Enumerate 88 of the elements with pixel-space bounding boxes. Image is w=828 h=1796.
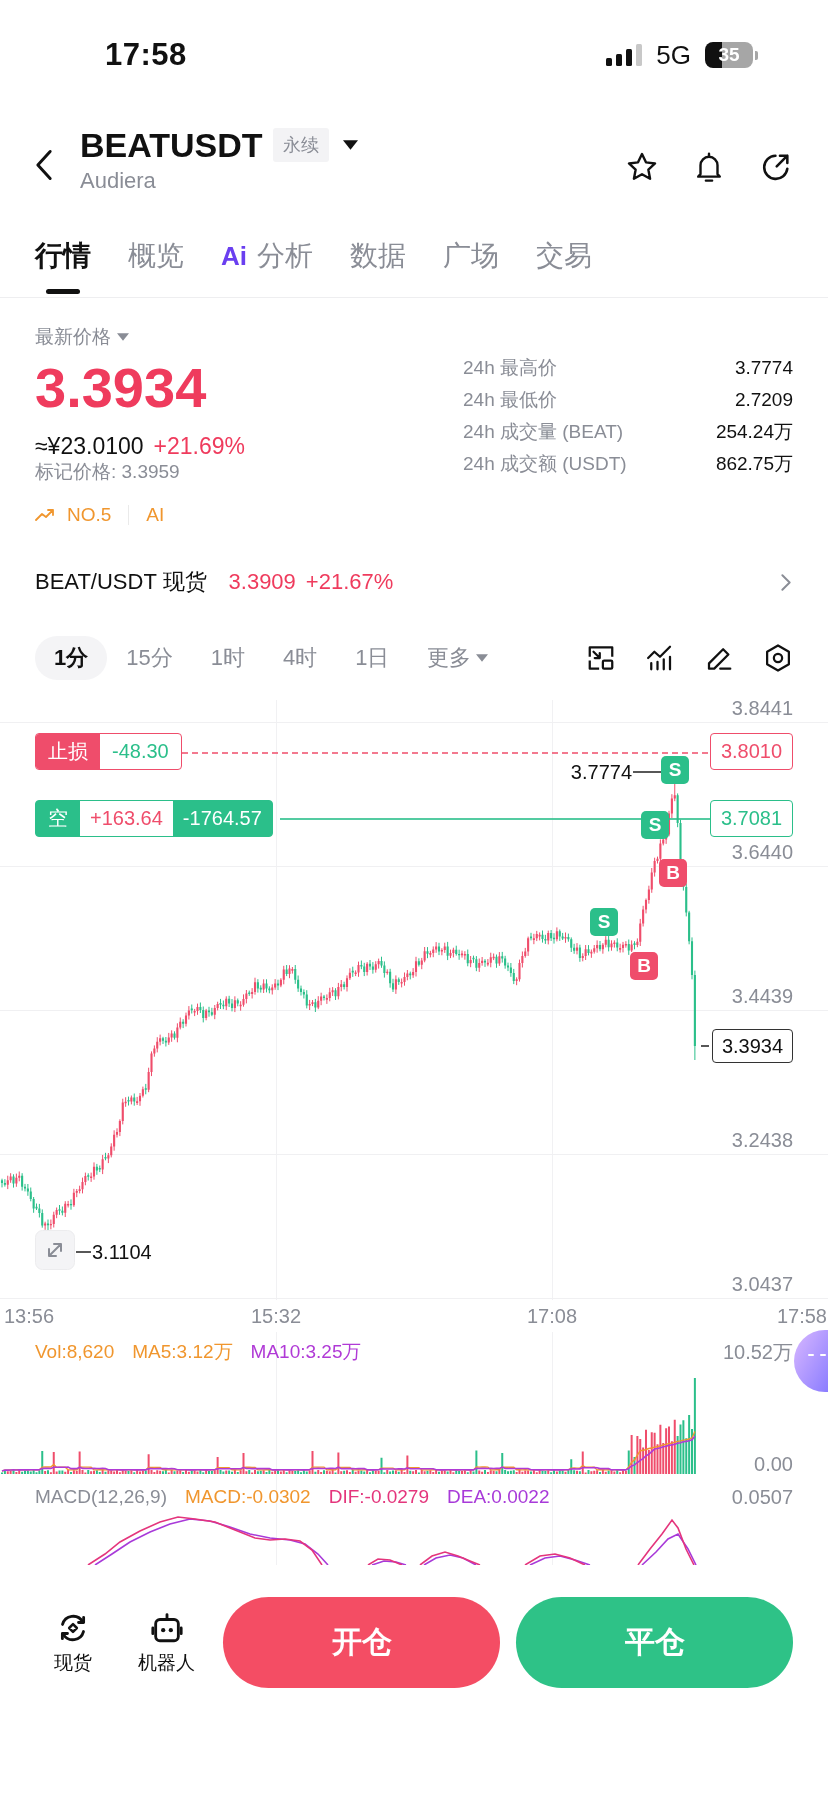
spot-change: +21.67%: [305, 569, 394, 595]
time-axis-label: 13:56: [4, 1304, 55, 1329]
tab[interactable]: 广场: [443, 215, 499, 297]
trade-marker[interactable]: B: [630, 952, 658, 980]
last-price-dash: [701, 1045, 709, 1047]
price-axis-label: 3.8441: [731, 696, 793, 720]
stop-loss-tag[interactable]: 止损 -48.30: [35, 733, 182, 770]
volume-legend-item: MA10:3.25万: [250, 1340, 362, 1364]
stat-label: 24h 成交量 (BEAT): [463, 420, 624, 444]
chevron-right-icon[interactable]: [781, 573, 791, 591]
interval-tab[interactable]: 4时: [264, 636, 337, 680]
position-pnl: +163.64: [80, 801, 173, 836]
trade-marker[interactable]: B: [659, 859, 687, 887]
last-price: 3.3934: [35, 356, 208, 420]
interval-tab[interactable]: 1日: [336, 636, 409, 680]
tab[interactable]: 交易: [536, 215, 592, 297]
macd-legend-item: DEA:0.0022: [447, 1486, 550, 1508]
time-axis-label: 15:32: [250, 1304, 302, 1329]
rank-tag[interactable]: NO.5: [35, 504, 112, 526]
trade-marker[interactable]: S: [641, 811, 669, 839]
stop-loss-price-label: 3.8010: [710, 733, 793, 770]
coin-name: Audiera: [80, 166, 157, 195]
window-arrow-icon[interactable]: [586, 643, 616, 673]
position-tag[interactable]: 空 +163.64 -1764.57: [35, 800, 273, 837]
stat-label: 24h 成交额 (USDT): [463, 452, 627, 476]
stat-value: 2.7209: [734, 389, 793, 411]
assistant-bubble-icon[interactable]: [794, 1330, 828, 1392]
tab[interactable]: 数据: [350, 215, 406, 297]
time-axis-label: 17:58: [776, 1304, 827, 1329]
price-axis-label: 3.2438: [731, 1128, 793, 1152]
price-change: +21.69%: [153, 433, 245, 459]
tab[interactable]: 概览: [128, 215, 184, 297]
macd-legend-item: DIF:-0.0279: [328, 1486, 429, 1508]
stat-label: 24h 最高价: [463, 356, 557, 380]
price-axis-label: 3.4439: [731, 984, 793, 1008]
position-side: 空: [47, 806, 69, 831]
interval-tab[interactable]: 更多: [408, 636, 508, 680]
price-axis-label: 3.6440: [731, 840, 793, 864]
expand-icon[interactable]: [35, 1230, 75, 1270]
volume-legend-item: Vol:8,620: [35, 1341, 115, 1363]
trade-action-button[interactable]: 平仓: [516, 1597, 793, 1688]
price-axis-label: 3.0437: [731, 1272, 793, 1296]
fiat-price: ≈¥23.0100: [35, 433, 144, 459]
mark-price: 标记价格: 3.3959: [35, 460, 181, 484]
trade-marker[interactable]: S: [590, 908, 618, 936]
spot-price: 3.3909: [228, 569, 296, 595]
trend-up-icon: [35, 509, 55, 521]
contract-type-badge: 永续: [272, 127, 329, 162]
interval-tab[interactable]: 1时: [191, 636, 264, 680]
nav-label[interactable]: 现货: [54, 1650, 92, 1675]
network-type: 5G: [656, 39, 691, 71]
stop-loss-pnl: -48.30: [111, 739, 170, 764]
stat-label: 24h 最低价: [463, 388, 557, 412]
robot-icon[interactable]: [149, 1610, 184, 1645]
interval-tab[interactable]: 15分: [107, 636, 192, 680]
trade-action-button[interactable]: 开仓: [223, 1597, 500, 1688]
low-price-label: 3.1104: [92, 1240, 152, 1264]
ai-tag[interactable]: AI: [146, 504, 165, 526]
symbol-title: BEATUSDT: [80, 124, 263, 165]
status-time: 17:58: [105, 37, 187, 73]
interval-tab[interactable]: 1分: [35, 636, 108, 680]
macd-legend-item: MACD(12,26,9): [35, 1486, 167, 1508]
trade-marker[interactable]: S: [661, 756, 689, 784]
macd-axis-label: 0.0507: [731, 1485, 793, 1509]
low-leader-line: [76, 1251, 91, 1253]
signal-icon: [606, 44, 643, 66]
back-icon[interactable]: [35, 148, 53, 181]
stat-value: 3.7774: [734, 357, 793, 379]
last-price-selector[interactable]: 最新价格: [35, 325, 245, 349]
nav-label[interactable]: 机器人: [138, 1650, 195, 1675]
stop-loss-label: 止损: [36, 734, 100, 769]
position-price-label: 3.7081: [710, 800, 793, 837]
spot-pair[interactable]: BEAT/USDT 现货: [35, 567, 207, 597]
time-axis-label: 17:08: [526, 1304, 578, 1329]
volume-axis-label: 10.52万: [722, 1339, 793, 1365]
tab[interactable]: 行情: [35, 215, 91, 297]
high-leader-line: [633, 771, 661, 773]
position-amount: -1764.57: [181, 806, 263, 831]
settings-icon[interactable]: [763, 643, 793, 673]
volume-axis-label: 0.00: [754, 1452, 793, 1476]
stat-value: 862.75万: [715, 452, 793, 476]
last-price-label: 3.3934: [712, 1029, 793, 1063]
high-price-label: 3.7774: [570, 760, 632, 784]
caret-down-icon[interactable]: [342, 139, 358, 150]
tab[interactable]: Ai 分析: [221, 215, 313, 297]
stat-value: 254.24万: [715, 420, 793, 444]
volume-legend-item: MA5:3.12万: [132, 1340, 233, 1364]
macd-legend-item: MACD:-0.0302: [185, 1486, 311, 1508]
